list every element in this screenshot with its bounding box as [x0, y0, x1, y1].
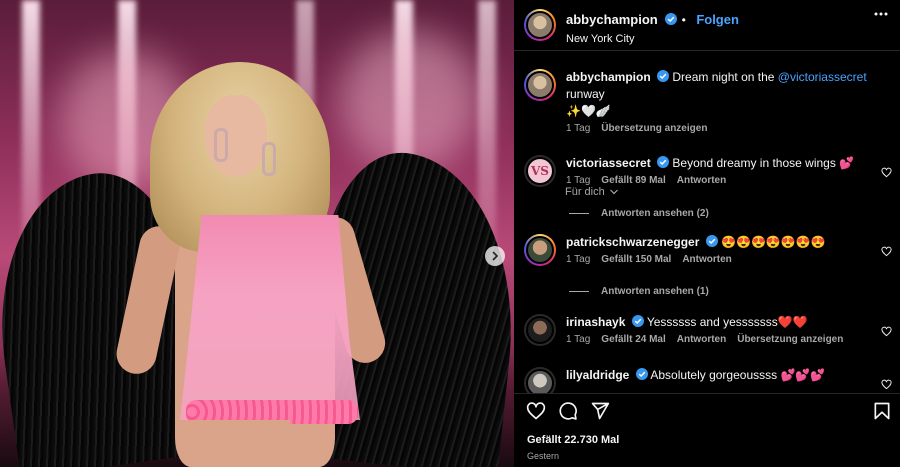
reply-button[interactable]: Antworten	[677, 175, 726, 186]
post-location[interactable]: New York City	[566, 33, 739, 45]
translate-button[interactable]: Übersetzung anzeigen	[737, 334, 843, 345]
heart-icon[interactable]	[881, 326, 892, 337]
heart-icon[interactable]	[881, 379, 892, 390]
translate-button[interactable]: Übersetzung anzeigen	[601, 123, 707, 134]
paper-plane-icon[interactable]	[590, 401, 610, 421]
background-model-blur	[340, 30, 480, 170]
comment-username[interactable]: irinashayk	[566, 315, 625, 329]
comment-username[interactable]: lilyaldridge	[566, 368, 629, 382]
comment-text: Absolutely gorgeoussss 💕💕💕	[650, 368, 826, 382]
view-replies-label: Antworten ansehen (1)	[601, 286, 709, 297]
separator-dot: •	[681, 13, 686, 27]
view-replies-label: Antworten ansehen (2)	[601, 208, 709, 219]
comment-likes[interactable]: Gefällt 89 Mal	[601, 175, 665, 186]
verified-badge-icon	[631, 315, 644, 327]
reply-button[interactable]: Antworten	[682, 254, 731, 265]
view-replies-button[interactable]: Antworten ansehen (2)	[569, 208, 709, 219]
next-image-button[interactable]	[485, 246, 505, 266]
verified-badge-icon	[705, 235, 718, 247]
action-bar	[526, 401, 892, 425]
comment-username[interactable]: victoriassecret	[566, 156, 651, 170]
pink-lingerie	[180, 215, 360, 420]
earring	[262, 142, 276, 176]
comment-avatar[interactable]	[524, 314, 556, 346]
bookmark-icon[interactable]	[872, 401, 892, 421]
comment-avatar[interactable]	[524, 234, 556, 266]
caption-text-end: runway	[566, 87, 605, 101]
comment-item: irinashayk Yessssss and yesssssss❤️❤️ 1 …	[524, 314, 896, 346]
earring	[214, 128, 228, 162]
comment-username[interactable]: patrickschwarzenegger	[566, 235, 699, 249]
author-username[interactable]: abbychampion	[566, 12, 658, 27]
model-legs	[190, 420, 290, 467]
verified-badge-icon	[665, 13, 678, 25]
comment-filter-dropdown[interactable]: Für dich	[565, 186, 619, 198]
comment-text: Beyond dreamy in those wings 💕	[672, 156, 855, 170]
author-avatar[interactable]	[524, 9, 556, 41]
caption-emoji: ✨🤍🪽	[566, 104, 611, 118]
comment-avatar[interactable]	[524, 367, 556, 393]
comment-bubble-icon[interactable]	[558, 401, 578, 421]
chevron-right-icon	[492, 251, 499, 261]
comment-item: VS victoriassecret Beyond dreamy in thos…	[524, 155, 896, 187]
comment-text: 😍😍😍😍😍😍😍	[721, 235, 826, 249]
comment-item: lilyaldridge Absolutely gorgeoussss 💕💕💕	[524, 367, 896, 393]
more-horizontal-icon[interactable]	[874, 12, 888, 16]
follow-button[interactable]: Folgen	[696, 12, 739, 27]
heart-icon[interactable]	[881, 167, 892, 178]
post-detail-panel: abbychampion • Folgen New York City abby…	[514, 0, 900, 467]
comment-likes[interactable]: Gefällt 150 Mal	[601, 254, 671, 265]
caption-username[interactable]: abbychampion	[566, 70, 651, 84]
filter-label: Für dich	[565, 186, 605, 198]
comment-item: patrickschwarzenegger 😍😍😍😍😍😍😍 1 Tag Gefä…	[524, 234, 896, 266]
caption: abbychampion Dream night on the @victori…	[524, 69, 896, 134]
comment-time[interactable]: 1 Tag	[566, 334, 590, 345]
verified-badge-icon	[657, 70, 670, 82]
post-date[interactable]: Gestern	[527, 451, 559, 461]
post-header: abbychampion • Folgen New York City	[514, 0, 900, 50]
post-image[interactable]	[0, 0, 514, 467]
heart-icon[interactable]	[526, 401, 546, 421]
comment-text: Yessssss and yesssssss❤️❤️	[646, 315, 808, 329]
caption-text: Dream night on the	[672, 70, 778, 84]
comment-time[interactable]: 1 Tag	[566, 175, 590, 186]
footer-divider	[514, 393, 900, 394]
comments-scroll[interactable]: abbychampion Dream night on the @victori…	[514, 51, 900, 393]
chevron-down-icon	[609, 189, 618, 195]
comment-likes[interactable]: Gefällt 24 Mal	[601, 334, 665, 345]
like-count[interactable]: Gefällt 22.730 Mal	[527, 434, 619, 446]
verified-badge-icon	[635, 368, 648, 380]
caption-time[interactable]: 1 Tag	[566, 123, 590, 134]
comment-avatar[interactable]: VS	[524, 155, 556, 187]
verified-badge-icon	[657, 156, 670, 168]
caption-avatar[interactable]	[524, 69, 556, 101]
comment-time[interactable]: 1 Tag	[566, 254, 590, 265]
view-replies-button[interactable]: Antworten ansehen (1)	[569, 286, 709, 297]
caption-mention[interactable]: @victoriassecret	[778, 70, 867, 84]
heart-icon[interactable]	[881, 246, 892, 257]
reply-button[interactable]: Antworten	[677, 334, 726, 345]
